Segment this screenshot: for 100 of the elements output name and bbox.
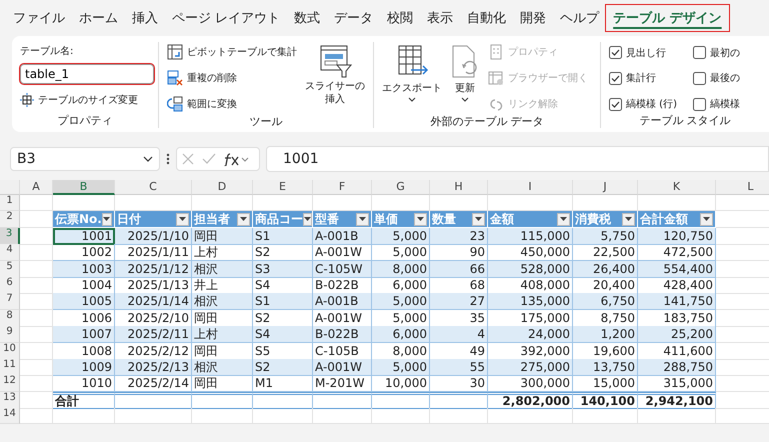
empty-cell [372,392,430,409]
column-header[interactable]: K [638,180,716,195]
menu-tab[interactable]: テーブル デザイン [606,5,729,31]
column-header[interactable]: H [430,180,488,195]
column-header[interactable]: B [53,180,115,195]
ribbon-button[interactable]: ピボットテーブルで集計 [167,42,297,62]
menu-tab[interactable]: 校閲 [380,5,420,31]
menu-tab[interactable]: ページ レイアウト [165,5,288,31]
more-options-icon [166,152,170,166]
filter-dropdown-button[interactable] [176,212,189,226]
table-cell: 1007 [53,326,115,344]
table-cell: M-201W [313,375,372,392]
resize-table-button[interactable]: テーブルのサイズ変更 [20,90,150,110]
menu-tab[interactable]: ヘルプ [553,5,606,31]
insert-slicer-button[interactable]: スライサーの 挿入 [305,42,365,114]
table-header-cell: 型番 [313,211,372,228]
column-header[interactable]: J [573,180,638,195]
table-cell: C-105W [313,260,372,278]
table-cell: 115,000 [488,228,573,245]
style-option-checkbox[interactable]: 縞模様 (行) [609,95,693,113]
menu-tab[interactable]: 挿入 [125,5,165,31]
row-header[interactable]: 3 [0,228,20,245]
table-cell: 1005 [53,293,115,310]
pivot-table-icon [167,44,183,60]
row-header[interactable]: 6 [0,276,20,294]
table-header-cell: 消費税 [573,211,638,228]
filter-dropdown-button[interactable] [356,212,369,226]
column-header[interactable]: I [488,180,573,195]
filter-dropdown-button[interactable] [700,212,713,226]
filter-dropdown-button[interactable] [622,212,635,226]
filter-dropdown-button[interactable] [303,212,312,226]
menu-tab[interactable]: 自動化 [460,5,514,31]
menu-tab[interactable]: ファイル [6,5,72,31]
filter-dropdown-button[interactable] [414,212,427,226]
ribbon-button[interactable]: 重複の削除 [167,68,297,88]
table-cell: 120,750 [638,228,716,245]
row-header[interactable]: 2 [0,211,20,228]
column-header[interactable]: L [716,180,769,195]
row-header[interactable]: 12 [0,375,20,392]
filter-dropdown-button[interactable] [102,212,112,226]
export-button[interactable]: エクスポート [382,42,442,114]
column-header[interactable]: D [192,180,253,195]
name-box[interactable]: B3 [10,147,160,171]
row-header[interactable]: 4 [0,244,20,262]
style-option-checkbox[interactable]: 集計行 [609,70,693,88]
empty-cell [253,392,313,409]
menu-tab[interactable]: ホーム [72,5,125,31]
check-icon[interactable] [202,153,216,165]
menu-tab[interactable]: 数式 [287,5,328,31]
caret-icon [625,217,632,222]
empty-cell [53,408,115,424]
menu-tab[interactable]: 開発 [513,5,554,31]
style-option-checkbox[interactable]: 縞模様 [693,95,749,113]
column-header[interactable]: F [313,180,372,195]
refresh-button[interactable]: 更新 [450,42,480,114]
table-header-cell: 担当者 [192,211,253,228]
row-header[interactable]: 14 [0,408,20,424]
column-header[interactable]: A [20,180,53,195]
row-header[interactable]: 11 [0,358,20,376]
row-header[interactable]: 9 [0,326,20,344]
table-cell: 1,200 [573,326,638,344]
menu-tab[interactable]: データ [327,5,380,31]
table-cell: 岡田 [192,375,253,392]
insert-function-icon[interactable] [224,152,250,166]
column-header[interactable]: E [253,180,313,195]
filter-dropdown-button[interactable] [472,212,485,226]
formula-buttons[interactable] [176,147,260,171]
table-cell: 30 [430,375,488,392]
table-name-field[interactable]: table_1 [20,64,154,84]
empty-cell [253,408,313,424]
row-header[interactable]: 10 [0,342,20,360]
row-header[interactable]: 5 [0,260,20,278]
row-header[interactable]: 1 [0,195,20,212]
caret-icon [560,217,567,222]
empty-cell [430,392,488,409]
style-option-checkbox[interactable]: 見出し行 [609,44,693,62]
table-cell: 相沢 [192,293,253,310]
row-header[interactable]: 8 [0,310,20,327]
column-header[interactable]: C [115,180,192,195]
table-cell: 300,000 [488,375,573,392]
table-cell: 相沢 [192,358,253,376]
empty-cell [573,408,638,424]
caret-icon [703,217,710,222]
table-cell: A-001W [313,358,372,376]
column-header[interactable]: G [372,180,430,195]
row-header[interactable]: 13 [0,392,20,409]
filter-dropdown-button[interactable] [237,212,250,226]
ribbon-button[interactable]: 範囲に変換 [167,94,297,114]
filter-dropdown-button[interactable] [557,212,570,226]
formula-field[interactable]: 1001 [266,146,769,172]
style-option-checkbox[interactable]: 最初の [693,44,749,62]
table-cell: B-022B [313,326,372,344]
table-cell: 8,000 [372,260,430,278]
style-option-checkbox[interactable]: 最後の [693,70,749,88]
table-cell: 上村 [192,326,253,344]
table-header-cell: 伝票No. [53,211,115,228]
menu-tab[interactable]: 表示 [420,5,460,31]
row-header[interactable]: 7 [0,293,20,310]
table-cell: 15,000 [573,375,638,392]
table-cell: 6,000 [372,326,430,344]
